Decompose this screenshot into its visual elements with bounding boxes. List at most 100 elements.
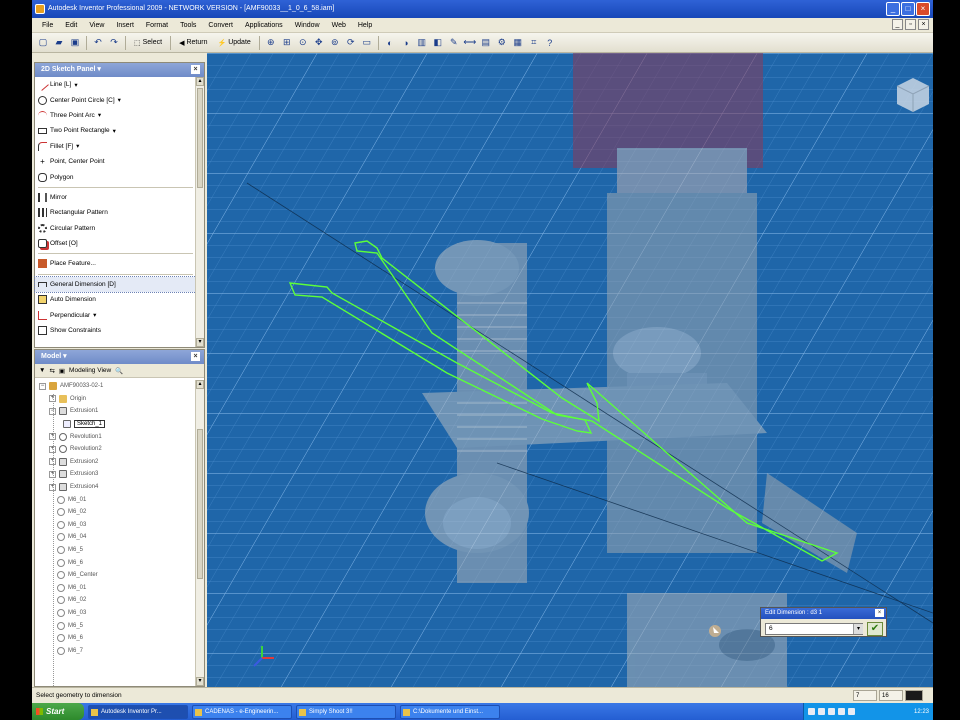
taskbar-item[interactable]: Autodesk Inventor Pr...: [88, 704, 188, 719]
pan-icon[interactable]: ✥: [312, 36, 326, 50]
save-icon[interactable]: ▣: [68, 36, 82, 50]
tree-item-thread[interactable]: M6_02: [35, 506, 204, 519]
tree-item-extrusion[interactable]: − Extrusion1: [35, 405, 204, 418]
doc-minimize-button[interactable]: _: [892, 19, 903, 30]
settings-icon[interactable]: ⚙: [495, 36, 509, 50]
cube-view-icon[interactable]: ▥: [415, 36, 429, 50]
menu-insert[interactable]: Insert: [110, 22, 140, 29]
tree-item-sketch[interactable]: Sketch_1: [35, 417, 204, 431]
taskbar-item[interactable]: Simply Shoot 3!!: [296, 704, 396, 719]
tray-security-icon[interactable]: [828, 708, 835, 715]
start-button[interactable]: Start: [32, 703, 84, 720]
tree-item-thread[interactable]: M6_5: [35, 619, 204, 632]
scroll-thumb[interactable]: [197, 88, 203, 188]
help-icon[interactable]: ?: [543, 36, 557, 50]
taskbar-item[interactable]: CADENAS - e-Engineerin...: [192, 704, 292, 719]
filter-icon[interactable]: ▼: [39, 367, 45, 374]
tree-item-thread[interactable]: M6_7: [35, 644, 204, 657]
model-browser-scrollbar[interactable]: ▴ ▾: [195, 380, 204, 686]
zoom-window-icon[interactable]: ⊞: [280, 36, 294, 50]
graphics-viewport[interactable]: Edit Dimension : d3 1 × 6 ▾ ✔: [207, 53, 933, 687]
tool-show-constraints[interactable]: Show Constraints: [35, 323, 196, 338]
grid-icon[interactable]: ▦: [511, 36, 525, 50]
menu-web[interactable]: Web: [326, 22, 352, 29]
zoom-selected-icon[interactable]: ⊚: [328, 36, 342, 50]
tool-perpendicular[interactable]: Perpendicular ▾: [35, 307, 196, 322]
tool-offset[interactable]: Offset [O]: [35, 236, 196, 251]
tree-item-thread[interactable]: M6_5: [35, 544, 204, 557]
tool-three-point-arc[interactable]: Three Point Arc ▾: [35, 108, 196, 123]
tool-place-feature[interactable]: Place Feature...: [35, 256, 196, 271]
measure-icon[interactable]: ⟷: [463, 36, 477, 50]
display-mode-icon[interactable]: ◐: [383, 36, 397, 50]
tree-item-feature[interactable]: + Revolution1: [35, 430, 204, 443]
doc-restore-button[interactable]: ▫: [905, 19, 916, 30]
tree-item-feature[interactable]: + Extrusion2: [35, 456, 204, 469]
menu-help[interactable]: Help: [352, 22, 378, 29]
browser-options-icon[interactable]: ⇆: [49, 367, 54, 375]
return-button[interactable]: ◀ Return: [175, 36, 211, 50]
tree-item-feature[interactable]: + Extrusion4: [35, 481, 204, 494]
tool-general-dimension[interactable]: General Dimension [D]: [34, 275, 197, 294]
tool-two-point-rectangle[interactable]: Two Point Rectangle ▾: [35, 123, 196, 138]
scroll-up-icon[interactable]: ▴: [196, 77, 204, 86]
tree-item-thread[interactable]: M6_01: [35, 582, 204, 595]
snap-icon[interactable]: ⌗: [527, 36, 541, 50]
tray-update-icon[interactable]: [838, 708, 845, 715]
scroll-down-icon[interactable]: ▾: [196, 338, 204, 347]
edit-dimension-titlebar[interactable]: Edit Dimension : d3 1 ×: [761, 608, 886, 619]
update-button[interactable]: ⚡ Update: [214, 36, 255, 50]
close-button[interactable]: ×: [916, 2, 930, 16]
tool-circular-pattern[interactable]: Circular Pattern: [35, 221, 196, 236]
dropdown-arrow-icon[interactable]: ▾: [853, 624, 863, 634]
orbit-icon[interactable]: ⟳: [344, 36, 358, 50]
select-button[interactable]: ⬚ Select: [130, 36, 166, 50]
taskbar-item[interactable]: C:\Dokumente und Einst...: [400, 704, 500, 719]
tray-network-icon[interactable]: [808, 708, 815, 715]
tray-app-icon[interactable]: [848, 708, 855, 715]
tray-volume-icon[interactable]: [818, 708, 825, 715]
tool-point-center-point[interactable]: + Point, Center Point: [35, 154, 196, 169]
tool-auto-dimension[interactable]: Auto Dimension: [35, 292, 196, 307]
zoom-all-icon[interactable]: ⊕: [264, 36, 278, 50]
scroll-down-icon[interactable]: ▾: [196, 677, 204, 686]
tree-item-thread[interactable]: M6_03: [35, 519, 204, 532]
sketch-panel-scrollbar[interactable]: ▴ ▾: [195, 77, 204, 347]
tool-center-point-circle[interactable]: Center Point Circle [C] ▾: [35, 92, 196, 107]
tree-item-feature[interactable]: + Extrusion3: [35, 468, 204, 481]
find-icon[interactable]: 🔍: [115, 367, 123, 375]
title-bar[interactable]: Autodesk Inventor Professional 2009 - NE…: [32, 0, 933, 18]
redo-icon[interactable]: ↷: [107, 36, 121, 50]
menu-applications[interactable]: Applications: [239, 22, 289, 29]
undo-icon[interactable]: ↶: [91, 36, 105, 50]
tree-item-origin[interactable]: + Origin: [35, 393, 204, 406]
dimension-value-input[interactable]: 6: [765, 623, 863, 635]
section-icon[interactable]: ◧: [431, 36, 445, 50]
tool-mirror[interactable]: Mirror: [35, 190, 196, 205]
tree-item-thread[interactable]: M6_6: [35, 632, 204, 645]
open-icon[interactable]: ▰: [52, 36, 66, 50]
tree-item-part[interactable]: − AMF90033-02-1: [35, 380, 204, 393]
scroll-up-icon[interactable]: ▴: [196, 380, 204, 389]
maximize-button[interactable]: □: [901, 2, 915, 16]
zoom-icon[interactable]: ⊙: [296, 36, 310, 50]
color-icon[interactable]: ▤: [479, 36, 493, 50]
menu-edit[interactable]: Edit: [59, 22, 83, 29]
sketch-panel-header[interactable]: 2D Sketch Panel ▾ ×: [35, 63, 204, 77]
tool-line[interactable]: Line [L] ▾: [35, 77, 196, 92]
model-canvas[interactable]: [207, 53, 933, 687]
tree-item-thread[interactable]: M6_Center: [35, 569, 204, 582]
tool-polygon[interactable]: Polygon: [35, 169, 196, 184]
minimize-button[interactable]: _: [886, 2, 900, 16]
tree-item-thread[interactable]: M6_02: [35, 594, 204, 607]
modeling-view-select[interactable]: Modeling View: [69, 367, 111, 374]
menu-format[interactable]: Format: [140, 22, 174, 29]
tool-fillet[interactable]: Fillet [F] ▾: [35, 139, 196, 154]
tree-item-thread[interactable]: M6_01: [35, 493, 204, 506]
model-browser-header[interactable]: Model ▾ ×: [35, 350, 204, 364]
menu-tools[interactable]: Tools: [174, 22, 202, 29]
menu-convert[interactable]: Convert: [202, 22, 239, 29]
accept-checkmark-button[interactable]: ✔: [867, 622, 883, 636]
tree-item-thread[interactable]: M6_03: [35, 607, 204, 620]
look-at-icon[interactable]: ▭: [360, 36, 374, 50]
